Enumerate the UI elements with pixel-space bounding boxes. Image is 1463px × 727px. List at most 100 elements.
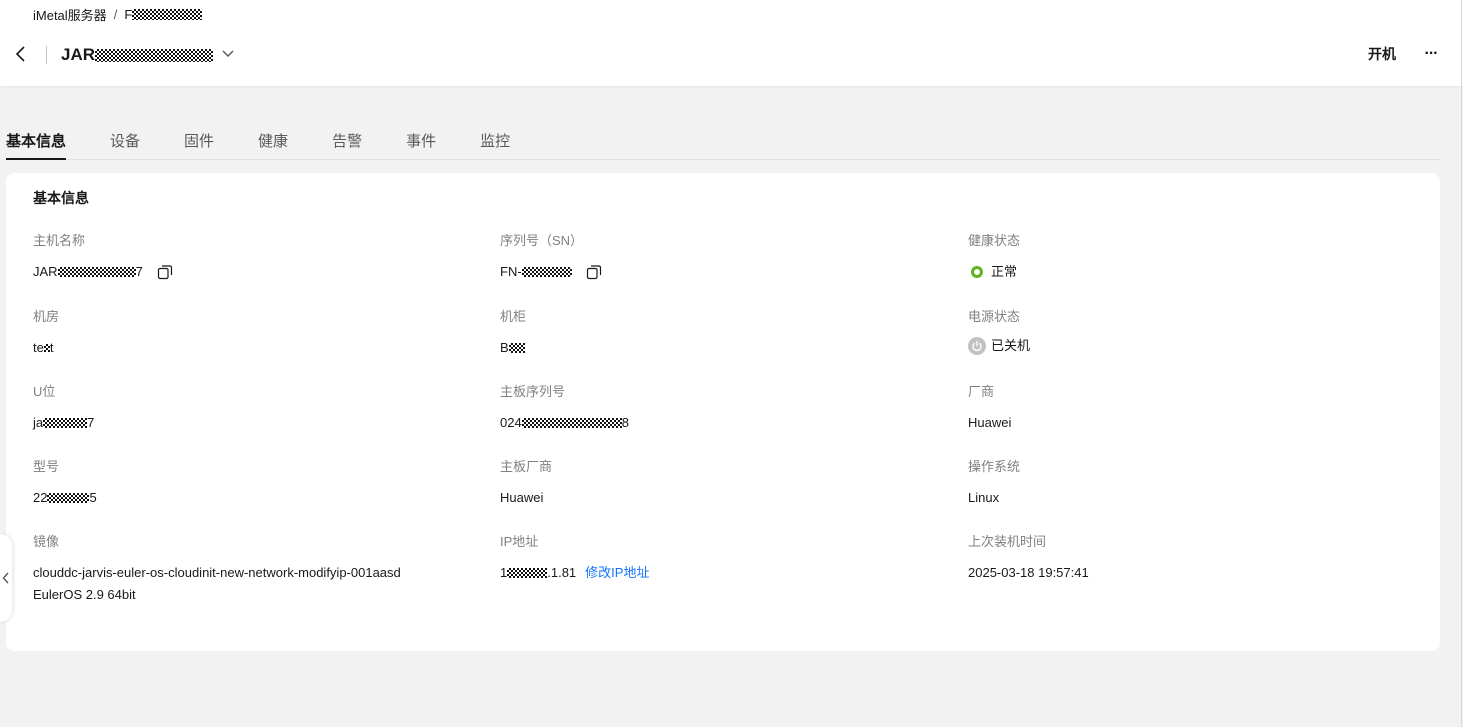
back-button[interactable] [10, 43, 32, 65]
value-text: 7 [87, 415, 95, 430]
field-os: 操作系统 Linux [968, 458, 1408, 508]
field-value: FN- [500, 262, 940, 282]
field-value: Huawei [500, 490, 544, 505]
tab-events[interactable]: 事件 [406, 120, 436, 159]
field-label: 机房 [33, 309, 60, 324]
value-text: B [500, 340, 509, 355]
field-vendor: 厂商 Huawei [968, 383, 1408, 433]
tab-devices[interactable]: 设备 [110, 120, 140, 159]
field-power-status: 电源状态 已关机 [968, 308, 1408, 356]
breadcrumb: iMetal服务器 / F [33, 5, 203, 24]
value-text: FN- [500, 264, 522, 279]
card-title: 基本信息 [33, 190, 89, 206]
title-bar: JAR 开机 ··· [0, 38, 1463, 72]
redacted-mask [521, 418, 622, 428]
field-value: 1 .1.81 修改IP地址 [500, 563, 940, 583]
modify-ip-link[interactable]: 修改IP地址 [585, 563, 649, 583]
field-value: JAR 7 [33, 262, 473, 282]
value-text: ja [33, 415, 44, 430]
title-divider [46, 46, 47, 64]
redacted-mask [47, 493, 90, 503]
title-dropdown-toggle[interactable] [219, 45, 237, 63]
page-title: JAR [61, 44, 214, 66]
value-text: .1.81 [547, 565, 577, 580]
redacted-mask [57, 267, 136, 277]
field-board-serial: 主板序列号 024 8 [500, 383, 940, 433]
tab-monitoring[interactable]: 监控 [480, 120, 510, 159]
chevron-down-icon [222, 50, 234, 58]
field-value: 2025-03-18 19:57:41 [968, 565, 1089, 580]
tab-bar: 基本信息 设备 固件 健康 告警 事件 监控 [6, 120, 1440, 160]
field-value: 22 5 [33, 488, 473, 508]
tab-basic-info[interactable]: 基本信息 [6, 120, 67, 160]
field-room: 机房 te t [33, 308, 473, 358]
value-text: 7 [135, 264, 143, 279]
value-text: 1 [500, 565, 508, 580]
image-os: EulerOS 2.9 64bit [33, 587, 136, 602]
breadcrumb-parent[interactable]: iMetal服务器 [33, 5, 107, 24]
copy-host-name-button[interactable] [157, 264, 173, 280]
field-label: 电源状态 [968, 309, 1021, 324]
field-value: 024 8 [500, 413, 940, 433]
basic-info-card: 基本信息 主机名称 JAR 7 序列号（SN） FN- 健康状态 正常 机房 t… [6, 173, 1440, 651]
field-value: clouddc-jarvis-euler-os-cloudinit-new-ne… [33, 562, 493, 606]
field-u-position: U位 ja 7 [33, 383, 473, 433]
chevron-left-icon [2, 572, 9, 584]
scrollbar-track[interactable] [1461, 0, 1462, 727]
field-image: 镜像 clouddc-jarvis-euler-os-cloudinit-new… [33, 533, 493, 606]
redacted-mask [507, 568, 548, 578]
tab-health[interactable]: 健康 [258, 120, 288, 159]
image-name: clouddc-jarvis-euler-os-cloudinit-new-ne… [33, 565, 401, 580]
value-text: JAR [33, 264, 58, 279]
tab-firmware[interactable]: 固件 [184, 120, 214, 159]
title-text: JAR [61, 45, 96, 64]
copy-icon [157, 265, 172, 280]
more-actions-button[interactable]: ··· [1420, 43, 1442, 65]
value-text: te [33, 340, 44, 355]
page-header: iMetal服务器 / F JAR 开机 ··· [0, 0, 1463, 86]
copy-serial-button[interactable] [586, 264, 602, 280]
field-board-vendor: 主板厂商 Huawei [500, 458, 940, 508]
redacted-mask [43, 418, 88, 428]
value-text: t [49, 340, 54, 355]
value-text: 024 [500, 415, 522, 430]
field-label: IP地址 [500, 534, 539, 549]
field-value: te t [33, 338, 473, 358]
value-text: 8 [621, 415, 629, 430]
field-value: ja 7 [33, 413, 473, 433]
breadcrumb-separator: / [113, 6, 118, 22]
field-label: 厂商 [968, 384, 995, 399]
field-label: 镜像 [33, 534, 60, 549]
field-label: 主机名称 [33, 233, 86, 248]
field-last-install-time: 上次装机时间 2025-03-18 19:57:41 [968, 533, 1408, 583]
field-value: 已关机 [968, 336, 1408, 356]
field-label: 主板厂商 [500, 459, 553, 474]
value-text: 正常 [991, 264, 1018, 279]
power-on-button[interactable]: 开机 [1360, 43, 1404, 65]
value-text: 5 [89, 490, 97, 505]
value-text: 已关机 [991, 338, 1031, 353]
field-value: Huawei [968, 415, 1012, 430]
redacted-mask [508, 343, 525, 353]
redacted-mask [521, 267, 572, 277]
breadcrumb-current: F [124, 6, 133, 22]
field-value: Linux [968, 490, 1000, 505]
field-cabinet: 机柜 B [500, 308, 940, 358]
tab-alarms[interactable]: 告警 [332, 120, 362, 159]
side-panel-toggle[interactable] [0, 534, 12, 622]
field-serial-number: 序列号（SN） FN- [500, 232, 940, 282]
copy-icon [586, 265, 601, 280]
chevron-left-icon [15, 46, 25, 62]
more-icon: ··· [1424, 45, 1439, 62]
status-healthy-icon [971, 266, 983, 278]
field-label: 型号 [33, 459, 60, 474]
redacted-mask [132, 8, 203, 20]
field-value: 正常 [968, 262, 1408, 282]
field-label: 健康状态 [968, 233, 1021, 248]
field-label: 序列号（SN） [500, 233, 584, 248]
field-label: 机柜 [500, 309, 527, 324]
field-ip-address: IP地址 1 .1.81 修改IP地址 [500, 533, 940, 583]
field-label: 上次装机时间 [968, 534, 1047, 549]
redacted-mask [95, 48, 214, 62]
field-label: U位 [33, 384, 56, 399]
